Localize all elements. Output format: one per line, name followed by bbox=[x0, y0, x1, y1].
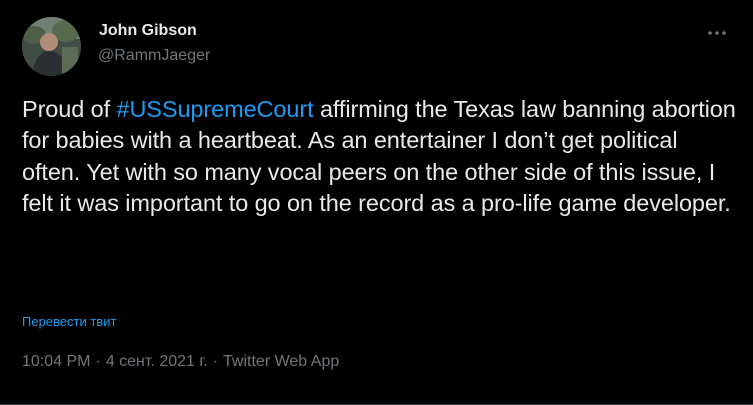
tweet-text: Proud of #USSupremeCourt affirming the T… bbox=[22, 94, 737, 219]
avatar[interactable] bbox=[22, 17, 81, 76]
more-options-button[interactable] bbox=[700, 20, 734, 46]
tweet-card: John Gibson @RammJaeger Proud of #USSupr… bbox=[0, 0, 753, 405]
tweet-text-before: Proud of bbox=[22, 96, 117, 122]
meta-separator: · bbox=[95, 353, 101, 370]
tweet-time[interactable]: 10:04 PM bbox=[22, 353, 90, 370]
tweet-source[interactable]: Twitter Web App bbox=[223, 353, 339, 370]
author-name[interactable]: John Gibson bbox=[99, 22, 197, 40]
more-horizontal-icon bbox=[708, 31, 726, 35]
avatar-image bbox=[22, 17, 81, 76]
translate-tweet-link[interactable]: Перевести твит bbox=[22, 314, 116, 329]
hashtag-link[interactable]: #USSupremeCourt bbox=[116, 96, 313, 122]
tweet-date[interactable]: 4 сент. 2021 г. bbox=[106, 353, 208, 370]
meta-separator: · bbox=[212, 353, 219, 370]
tweet-meta: 10:04 PM · 4 сент. 2021 г. · Twitter Web App bbox=[22, 353, 339, 371]
author-handle[interactable]: @RammJaeger bbox=[98, 47, 210, 65]
